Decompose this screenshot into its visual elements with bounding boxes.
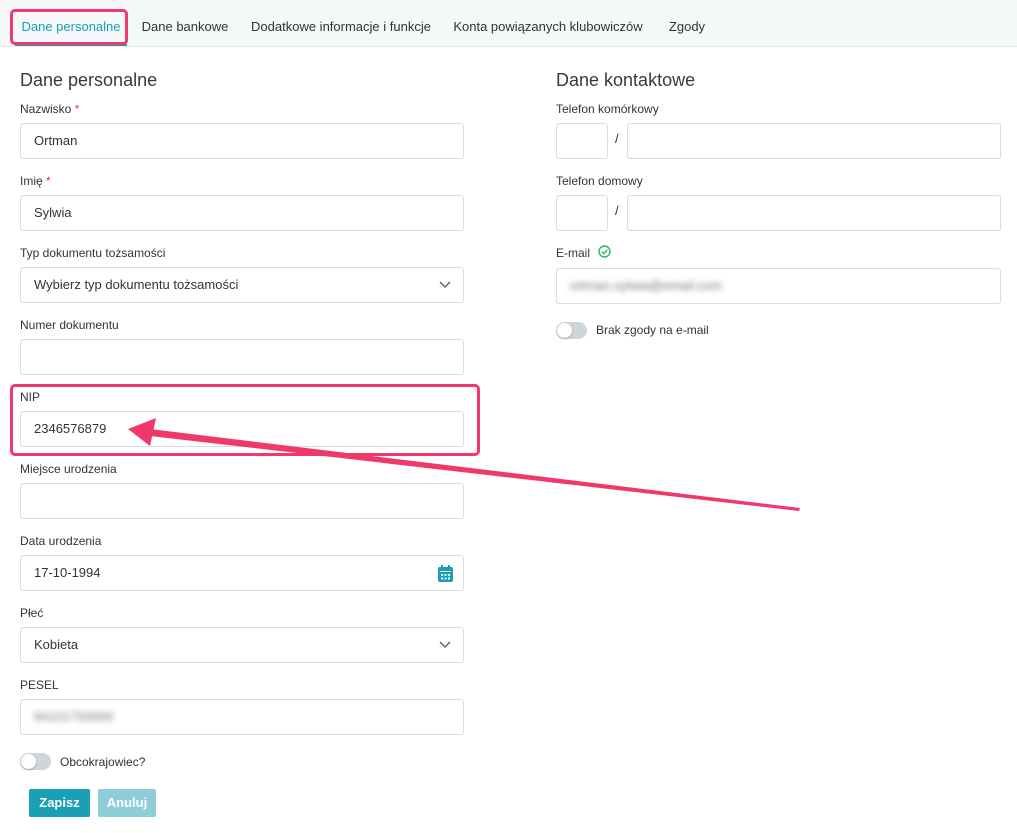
gender-value: Kobieta <box>34 637 79 652</box>
mobile-number-input[interactable] <box>627 123 1001 159</box>
id-doc-type-select[interactable]: Wybierz typ dokumentu tożsamości <box>20 267 464 303</box>
doc-number-input[interactable] <box>20 339 464 375</box>
calendar-icon <box>438 565 453 582</box>
chevron-down-icon <box>439 641 451 649</box>
id-doc-type-label: Typ dokumentu tożsamości <box>20 246 166 260</box>
nip-label: NIP <box>20 390 41 404</box>
mobile-prefix-input[interactable] <box>556 123 608 159</box>
contact-section-title: Dane kontaktowe <box>556 70 696 90</box>
home-number-input[interactable] <box>627 195 1001 231</box>
nip-input[interactable]: 2346576879 <box>20 411 464 447</box>
tab-dodatkowe-informacje[interactable]: Dodatkowe informacje i funkcje <box>246 8 436 46</box>
id-doc-type-value: Wybierz typ dokumentu tożsamości <box>34 277 239 292</box>
tab-zgody[interactable]: Zgody <box>660 8 714 46</box>
home-prefix-input[interactable] <box>556 195 608 231</box>
email-input[interactable]: ortman.sylwia@email.com <box>556 268 1001 304</box>
toggle-knob <box>557 323 572 338</box>
foreigner-label: Obcokrajowiec? <box>60 755 146 769</box>
tab-bar: Dane personalne Dane bankowe Dodatkowe i… <box>0 0 1017 47</box>
first-name-label: Imię * <box>20 174 51 188</box>
chevron-down-icon <box>439 281 451 289</box>
birthplace-label: Miejsce urodzenia <box>20 462 117 476</box>
required-mark: * <box>74 102 80 116</box>
mobile-separator: / <box>615 131 619 146</box>
email-label: E-mail <box>556 246 591 260</box>
no-email-consent-toggle[interactable] <box>556 322 587 339</box>
calendar-button[interactable] <box>427 555 464 591</box>
pesel-value-blurred: 94101700000 <box>34 709 114 724</box>
doc-number-label: Numer dokumentu <box>20 318 119 332</box>
birthplace-input[interactable] <box>20 483 464 519</box>
email-value-blurred: ortman.sylwia@email.com <box>570 278 722 293</box>
surname-input[interactable]: Ortman <box>20 123 464 159</box>
gender-label: Płeć <box>20 606 44 620</box>
pesel-input[interactable]: 94101700000 <box>20 699 464 735</box>
tab-dane-personalne[interactable]: Dane personalne <box>15 8 127 46</box>
tab-dane-bankowe[interactable]: Dane bankowe <box>136 8 234 46</box>
save-button[interactable]: Zapisz <box>29 789 90 817</box>
no-email-consent-label: Brak zgody na e-mail <box>596 323 709 337</box>
cancel-button[interactable]: Anuluj <box>98 789 156 817</box>
home-separator: / <box>615 203 619 218</box>
home-phone-label: Telefon domowy <box>556 174 643 188</box>
tab-konta-powiazanych[interactable]: Konta powiązanych klubowiczów <box>448 8 648 46</box>
birthdate-input[interactable]: 17-10-1994 <box>20 555 428 591</box>
toggle-knob <box>21 754 36 769</box>
gender-select[interactable]: Kobieta <box>20 627 464 663</box>
verified-check-icon <box>598 245 611 258</box>
personal-section-title: Dane personalne <box>20 70 158 90</box>
birthdate-label: Data urodzenia <box>20 534 102 548</box>
first-name-input[interactable]: Sylwia <box>20 195 464 231</box>
pesel-label: PESEL <box>20 678 59 692</box>
mobile-label: Telefon komórkowy <box>556 102 659 116</box>
required-mark: * <box>46 174 51 188</box>
surname-label: Nazwisko * <box>20 102 80 116</box>
foreigner-toggle[interactable] <box>20 753 51 770</box>
